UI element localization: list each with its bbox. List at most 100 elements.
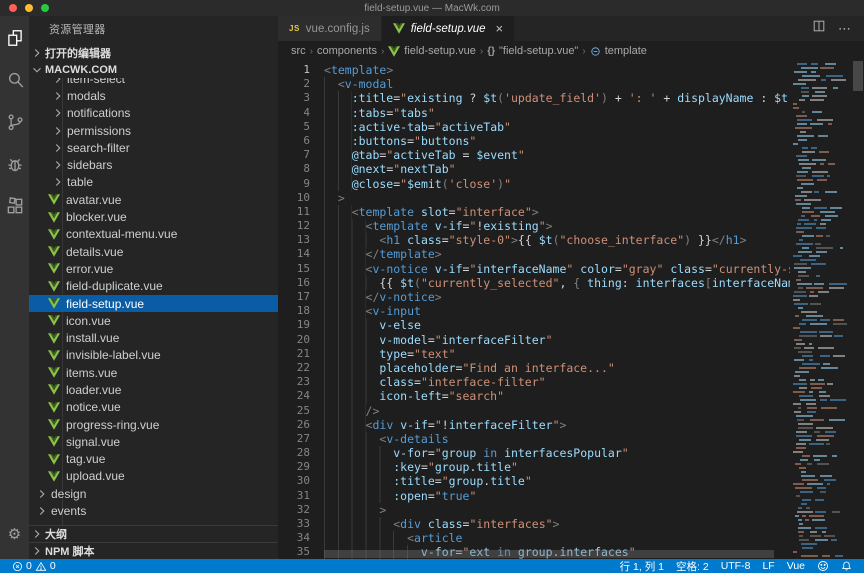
explorer-icon[interactable] xyxy=(4,27,26,49)
more-actions-icon[interactable]: ⋯ xyxy=(838,21,852,37)
code-line-12[interactable]: 12<template v-if="!existing"> xyxy=(278,219,790,233)
code-line-23[interactable]: 23class="interface-filter" xyxy=(278,375,790,389)
tree-item-details.vue[interactable]: details.vue xyxy=(29,243,278,260)
encoding-status[interactable]: UTF-8 xyxy=(715,559,757,573)
code-line-14[interactable]: 14</template> xyxy=(278,247,790,261)
extensions-icon[interactable] xyxy=(4,195,26,217)
language-mode-status[interactable]: Vue xyxy=(781,559,811,573)
code-line-4[interactable]: 4:tabs="tabs" xyxy=(278,106,790,120)
code-line-7[interactable]: 7@tab="activeTab = $event" xyxy=(278,148,790,162)
tree-item-contextual-menu.vue[interactable]: contextual-menu.vue xyxy=(29,226,278,243)
horizontal-scrollbar-thumb[interactable] xyxy=(324,550,774,558)
tree-item-blocker.vue[interactable]: blocker.vue xyxy=(29,208,278,225)
tree-item-install.vue[interactable]: install.vue xyxy=(29,329,278,346)
tree-item-error.vue[interactable]: error.vue xyxy=(29,260,278,277)
code-line-34[interactable]: 34<article xyxy=(278,531,790,545)
tree-item-design[interactable]: design xyxy=(29,485,278,502)
tree-item-table[interactable]: table xyxy=(29,174,278,191)
search-icon[interactable] xyxy=(4,69,26,91)
code-line-20[interactable]: 20v-model="interfaceFilter" xyxy=(278,333,790,347)
vertical-scrollbar[interactable] xyxy=(852,61,864,559)
code-line-22[interactable]: 22placeholder="Find an interface..." xyxy=(278,361,790,375)
settings-gear-icon[interactable]: ⚙ xyxy=(4,523,26,545)
tree-item-signal.vue[interactable]: signal.vue xyxy=(29,433,278,450)
code-line-5[interactable]: 5:active-tab="activeTab" xyxy=(278,120,790,134)
code-line-17[interactable]: 17</v-notice> xyxy=(278,290,790,304)
tree-item-notifications[interactable]: notifications xyxy=(29,105,278,122)
tree-item-search-filter[interactable]: search-filter xyxy=(29,139,278,156)
breadcrumb-item-components[interactable]: components xyxy=(317,45,377,57)
tree-item-progress-ring.vue[interactable]: progress-ring.vue xyxy=(29,416,278,433)
code-line-27[interactable]: 27<v-details xyxy=(278,432,790,446)
vertical-scrollbar-thumb[interactable] xyxy=(853,61,863,91)
split-editor-icon[interactable] xyxy=(812,19,826,38)
tree-item-modals[interactable]: modals xyxy=(29,87,278,104)
workspace-section[interactable]: MACWK.COM xyxy=(29,61,278,78)
zoom-window-icon[interactable] xyxy=(41,4,49,12)
code-line-32[interactable]: 32> xyxy=(278,503,790,517)
open-editors-section[interactable]: 打开的编辑器 xyxy=(29,44,278,61)
code-line-2[interactable]: 2<v-modal xyxy=(278,77,790,91)
code-line-1[interactable]: 1<template> xyxy=(278,63,790,77)
tree-item-upload.vue[interactable]: upload.vue xyxy=(29,468,278,485)
breadcrumb-item-template[interactable]: template xyxy=(590,45,647,57)
code-line-9[interactable]: 9@close="$emit('close')" xyxy=(278,177,790,191)
breadcrumb-item-field-setup.vue[interactable]: {}"field-setup.vue" xyxy=(487,45,578,57)
tree-item-field-setup.vue[interactable]: field-setup.vue xyxy=(29,295,278,312)
code-line-21[interactable]: 21type="text" xyxy=(278,347,790,361)
tree-item-avatar.vue[interactable]: avatar.vue xyxy=(29,191,278,208)
code-line-18[interactable]: 18<v-input xyxy=(278,304,790,318)
code-line-16[interactable]: 16{{ $t("currently_selected", { thing: i… xyxy=(278,276,790,290)
code-line-25[interactable]: 25/> xyxy=(278,404,790,418)
tree-item-notice.vue[interactable]: notice.vue xyxy=(29,399,278,416)
debug-icon[interactable] xyxy=(4,153,26,175)
code-area[interactable]: 1<template>2<v-modal3:title="existing ? … xyxy=(278,63,790,559)
code-line-6[interactable]: 6:buttons="buttons" xyxy=(278,134,790,148)
code-line-8[interactable]: 8@next="nextTab" xyxy=(278,162,790,176)
code-line-19[interactable]: 19v-else xyxy=(278,318,790,332)
code-line-11[interactable]: 11<template slot="interface"> xyxy=(278,205,790,219)
breadcrumb-item-src[interactable]: src xyxy=(291,45,306,57)
minimap[interactable] xyxy=(790,61,852,559)
tree-item-items.vue[interactable]: items.vue xyxy=(29,364,278,381)
tree-item-icon.vue[interactable]: icon.vue xyxy=(29,312,278,329)
problems-status[interactable]: 0 0 xyxy=(6,559,62,573)
tree-item-permissions[interactable]: permissions xyxy=(29,122,278,139)
tree-item-loader.vue[interactable]: loader.vue xyxy=(29,381,278,398)
source-control-icon[interactable] xyxy=(4,111,26,133)
code-line-24[interactable]: 24icon-left="search" xyxy=(278,389,790,403)
tab-field-setup-vue[interactable]: field-setup.vue × xyxy=(382,16,514,41)
tree-item-tag.vue[interactable]: tag.vue xyxy=(29,451,278,468)
eol-status[interactable]: LF xyxy=(756,559,780,573)
minimize-window-icon[interactable] xyxy=(25,4,33,12)
tree-item-item-select[interactable]: item-select xyxy=(29,78,278,87)
code-line-26[interactable]: 26<div v-if="!interfaceFilter"> xyxy=(278,418,790,432)
horizontal-scrollbar[interactable] xyxy=(324,550,788,558)
notifications-bell-icon[interactable] xyxy=(835,559,858,573)
breadcrumb-item-field-setup.vue[interactable]: field-setup.vue xyxy=(388,45,476,57)
code-line-29[interactable]: 29:key="group.title" xyxy=(278,460,790,474)
feedback-smiley-icon[interactable] xyxy=(811,559,835,573)
code-line-31[interactable]: 31:open="true" xyxy=(278,489,790,503)
code-line-33[interactable]: 33<div class="interfaces"> xyxy=(278,517,790,531)
close-tab-icon[interactable]: × xyxy=(496,22,504,35)
tree-item-sidebars[interactable]: sidebars xyxy=(29,156,278,173)
code-line-30[interactable]: 30:title="group.title" xyxy=(278,474,790,488)
code-line-3[interactable]: 3:title="existing ? $t('update_field') +… xyxy=(278,91,790,105)
outline-section[interactable]: 大纲 xyxy=(29,525,278,542)
chevron-right-icon xyxy=(30,46,44,60)
code-line-28[interactable]: 28v-for="group in interfacesPopular" xyxy=(278,446,790,460)
tree-item-invisible-label.vue[interactable]: invisible-label.vue xyxy=(29,347,278,364)
tab-vue-config-js[interactable]: JS vue.config.js xyxy=(278,16,381,41)
cursor-position-status[interactable]: 行 1, 列 1 xyxy=(614,559,670,573)
vscode-window: field-setup.vue — MacWk.com ⚙ 资源管理器 xyxy=(0,0,864,573)
npm-scripts-section[interactable]: NPM 脚本 xyxy=(29,542,278,559)
tree-item-field-duplicate.vue[interactable]: field-duplicate.vue xyxy=(29,278,278,295)
code-editor[interactable]: 1<template>2<v-modal3:title="existing ? … xyxy=(278,61,864,559)
code-line-15[interactable]: 15<v-notice v-if="interfaceName" color="… xyxy=(278,262,790,276)
code-line-13[interactable]: 13<h1 class="style-0">{{ $t("choose_inte… xyxy=(278,233,790,247)
indentation-status[interactable]: 空格: 2 xyxy=(670,559,715,573)
tree-item-events[interactable]: events xyxy=(29,502,278,519)
code-line-10[interactable]: 10> xyxy=(278,191,790,205)
close-window-icon[interactable] xyxy=(9,4,17,12)
